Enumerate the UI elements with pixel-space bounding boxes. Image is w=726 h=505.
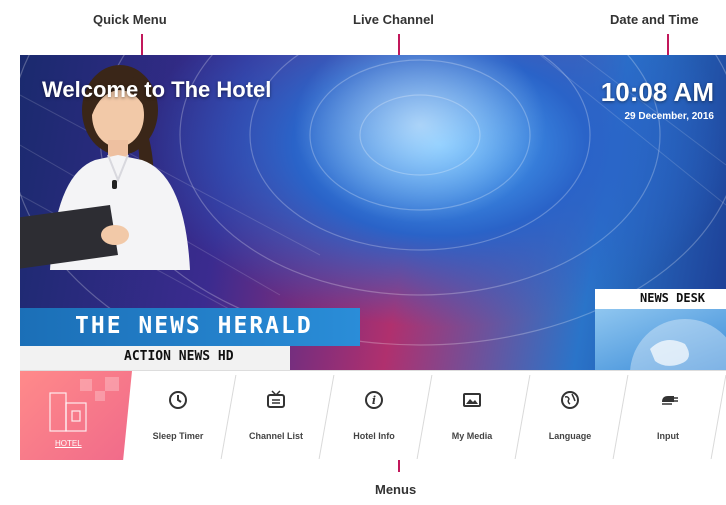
- menu-item-label: Input: [657, 431, 679, 441]
- menu-item-input[interactable]: Input: [622, 371, 714, 460]
- menu-item-label: Hotel Info: [353, 431, 395, 441]
- menu-item-label: Sleep Timer: [152, 431, 204, 441]
- menu-item-label: Language: [548, 431, 592, 441]
- clock-icon: [169, 391, 187, 409]
- menus-callout: Menus: [375, 482, 417, 497]
- menu-item-label: Channel List: [248, 431, 303, 441]
- menu-item-label: My Media: [451, 431, 493, 441]
- live-channel-view[interactable]: Welcome to The Hotel 10:08 AM 29 Decembe…: [20, 55, 726, 370]
- plug-icon: [662, 396, 678, 405]
- menu-item-language[interactable]: Language: [524, 371, 616, 460]
- news-desk-label: NEWS DESK: [640, 291, 706, 305]
- news-title: THE NEWS HERALD: [75, 313, 313, 339]
- tv-list-icon: [267, 390, 285, 408]
- menu-item-hotel-info[interactable]: i Hotel Info: [328, 371, 420, 460]
- svg-text:i: i: [372, 394, 376, 407]
- date-time-callout: Date and Time: [610, 12, 699, 27]
- image-icon: [463, 393, 481, 407]
- clock-date: 29 December, 2016: [624, 111, 714, 122]
- menu-item-my-media[interactable]: My Media: [426, 371, 518, 460]
- hotel-home-tile[interactable]: HOTEL: [20, 371, 132, 460]
- globe-icon: [561, 391, 579, 409]
- news-subtitle: ACTION NEWS HD: [124, 349, 234, 364]
- clock-time: 10:08 AM: [600, 77, 714, 107]
- menu-item-channel-list[interactable]: Channel List: [230, 371, 322, 460]
- live-channel-callout: Live Channel: [353, 12, 434, 27]
- quick-menu-callout: Quick Menu: [93, 12, 167, 27]
- menu-item-sleep-timer[interactable]: Sleep Timer: [132, 371, 224, 460]
- hotel-tv-screen: Welcome to The Hotel 10:08 AM 29 Decembe…: [20, 55, 726, 460]
- hotel-tile-label: HOTEL: [55, 439, 82, 448]
- menu-bar: HOTEL Sleep Timer Channel List i Hotel I…: [20, 370, 726, 460]
- info-icon: i: [365, 391, 383, 409]
- welcome-message: Welcome to The Hotel: [42, 77, 272, 102]
